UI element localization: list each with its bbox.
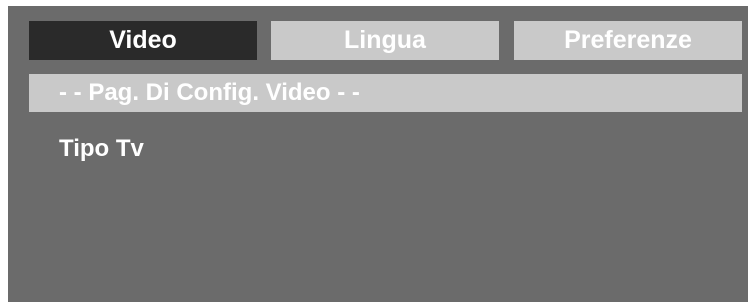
tab-video[interactable]: Video: [29, 21, 257, 60]
section-header: - - Pag. Di Config. Video - -: [29, 74, 742, 112]
tab-bar: Video Lingua Preferenze: [8, 6, 748, 66]
tab-preferenze[interactable]: Preferenze: [514, 21, 742, 60]
osd-menu-screen: Video Lingua Preferenze - - Pag. Di Conf…: [8, 6, 748, 302]
tab-lingua[interactable]: Lingua: [271, 21, 499, 60]
menu-item-tipo-tv[interactable]: Tipo Tv: [59, 135, 144, 163]
